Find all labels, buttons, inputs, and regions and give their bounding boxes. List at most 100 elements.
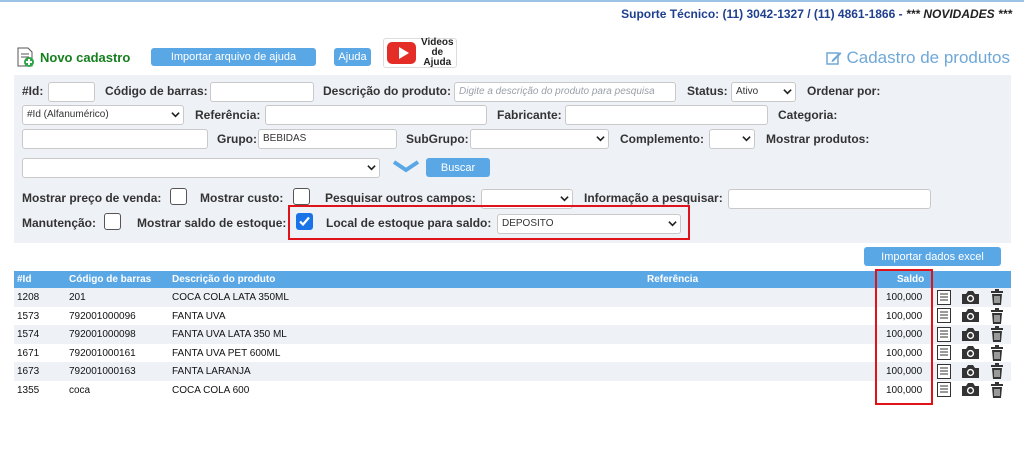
cell-id: 1355 bbox=[17, 384, 40, 396]
top-border bbox=[0, 0, 1024, 2]
description-input[interactable]: Digite a descrição do produto para pesqu… bbox=[454, 82, 676, 102]
cell-description: FANTA UVA PET 600ML bbox=[172, 347, 281, 359]
show-cost-label: Mostrar custo: bbox=[200, 191, 284, 205]
show-cost-checkbox[interactable] bbox=[293, 188, 310, 205]
col-reference-header[interactable]: Referência bbox=[647, 274, 698, 285]
row-actions bbox=[937, 363, 1004, 379]
camera-icon[interactable] bbox=[961, 382, 980, 397]
table-row[interactable]: 1671 792001000161 FANTA UVA PET 600ML 100,0… bbox=[14, 344, 1011, 363]
list-icon[interactable] bbox=[937, 308, 951, 323]
page-title-text: Cadastro de produtos bbox=[846, 48, 1011, 67]
list-icon[interactable] bbox=[937, 326, 951, 342]
search-other-label: Pesquisar outros campos: bbox=[325, 191, 476, 205]
page-header: Novo cadastro Importar arquivo de ajuda … bbox=[0, 38, 1024, 78]
table-row[interactable]: 1208 201 COCA COLA LATA 350ML 100,000 bbox=[14, 288, 1011, 307]
order-select[interactable]: #Id (Alfanumérico) bbox=[22, 105, 184, 125]
chevron-down-icon bbox=[560, 196, 569, 202]
col-description-header[interactable]: Descrição do produto bbox=[172, 274, 275, 285]
complement-select[interactable] bbox=[709, 129, 755, 149]
cell-id: 1208 bbox=[17, 292, 40, 303]
table-row[interactable]: 1355 coca COCA COLA 600 100,000 bbox=[14, 381, 1011, 400]
status-select[interactable]: Ativo bbox=[731, 82, 796, 102]
col-barcode-header[interactable]: Código de barras bbox=[69, 274, 151, 285]
camera-icon[interactable] bbox=[961, 345, 980, 360]
camera-icon[interactable] bbox=[961, 364, 980, 379]
table-row[interactable]: 1574 792001000098 FANTA UVA LATA 350 ML 100… bbox=[14, 325, 1011, 344]
manufacturer-input[interactable] bbox=[565, 105, 768, 125]
show-price-label: Mostrar preço de venda: bbox=[22, 191, 162, 205]
list-icon[interactable] bbox=[937, 363, 951, 379]
table-row[interactable]: 1573 792001000096 FANTA UVA 100,000 bbox=[14, 307, 1011, 326]
cell-description: COCA COLA 600 bbox=[172, 384, 250, 396]
trash-icon[interactable] bbox=[990, 307, 1004, 324]
support-info: Suporte Técnico: (11) 3042-1327 / (11) 4… bbox=[621, 7, 1012, 21]
barcode-input[interactable] bbox=[210, 82, 314, 102]
cell-description: FANTA UVA bbox=[172, 310, 226, 322]
row-actions bbox=[937, 289, 1004, 305]
manufacturer-label: Fabricante: bbox=[497, 108, 562, 122]
barcode-label: Código de barras: bbox=[105, 84, 208, 98]
cell-id: 1573 bbox=[17, 310, 40, 322]
col-id-header[interactable]: #Id bbox=[17, 274, 31, 285]
complement-label: Complemento: bbox=[620, 132, 704, 146]
edit-icon bbox=[825, 52, 841, 65]
order-value: #Id (Alfanumérico) bbox=[27, 109, 109, 120]
chevron-down-icon bbox=[596, 136, 605, 142]
trash-icon[interactable] bbox=[990, 344, 1004, 361]
stock-location-select[interactable]: DEPOSITO bbox=[497, 214, 681, 234]
row-actions bbox=[937, 326, 1004, 342]
page-title: Cadastro de produtos bbox=[825, 48, 1011, 68]
row-actions bbox=[937, 307, 1004, 324]
trash-icon[interactable] bbox=[990, 289, 1004, 305]
reference-input[interactable] bbox=[265, 105, 487, 125]
table-row[interactable]: 1673 792001000163 FANTA LARANJA 100,000 bbox=[14, 362, 1011, 381]
help-button[interactable]: Ajuda bbox=[334, 48, 371, 66]
trash-icon[interactable] bbox=[990, 326, 1004, 342]
new-product-label: Novo cadastro bbox=[40, 49, 131, 65]
info-search-input[interactable] bbox=[728, 189, 931, 209]
cell-id: 1671 bbox=[17, 347, 40, 359]
subgroup-label: SubGrupo: bbox=[406, 132, 469, 146]
search-button[interactable]: Buscar bbox=[426, 158, 490, 177]
camera-icon[interactable] bbox=[961, 327, 980, 342]
maintenance-checkbox[interactable] bbox=[104, 213, 121, 230]
show-stock-checkbox[interactable] bbox=[296, 213, 313, 230]
group-label: Grupo: bbox=[217, 132, 257, 146]
help-videos-button[interactable]: YouTube Videos de Ajuda bbox=[383, 38, 457, 68]
chevron-down-icon bbox=[171, 112, 180, 118]
import-help-button[interactable]: Importar arquivo de ajuda bbox=[151, 48, 316, 66]
id-input[interactable] bbox=[48, 82, 95, 102]
cell-description: COCA COLA LATA 350ML bbox=[172, 292, 289, 303]
cell-barcode: 792001000163 bbox=[69, 366, 136, 377]
show-price-checkbox[interactable] bbox=[170, 188, 187, 205]
youtube-label: YouTube bbox=[389, 57, 414, 63]
expand-filters-icon[interactable] bbox=[392, 159, 420, 177]
cell-id: 1673 bbox=[17, 366, 40, 377]
camera-icon[interactable] bbox=[961, 290, 980, 305]
filter-panel: #Id: Código de barras: Descrição do prod… bbox=[14, 75, 1011, 243]
reference-label: Referência: bbox=[195, 108, 261, 122]
list-icon[interactable] bbox=[937, 289, 951, 305]
order-label: Ordenar por: bbox=[807, 84, 881, 98]
subgroup-select[interactable] bbox=[470, 129, 609, 149]
group-input[interactable]: BEBIDAS bbox=[258, 129, 397, 149]
new-product-button[interactable]: Novo cadastro bbox=[14, 46, 130, 68]
row-actions bbox=[937, 381, 1004, 398]
cell-id: 1574 bbox=[17, 329, 40, 340]
new-document-icon bbox=[17, 47, 34, 67]
show-products-select[interactable] bbox=[22, 158, 380, 178]
news-link[interactable]: *** NOVIDADES *** bbox=[906, 7, 1012, 21]
import-excel-button[interactable]: Importar dados excel bbox=[864, 247, 1001, 266]
camera-icon[interactable] bbox=[961, 308, 980, 323]
description-label: Descrição do produto: bbox=[323, 84, 452, 98]
category-input[interactable] bbox=[22, 129, 208, 149]
trash-icon[interactable] bbox=[990, 363, 1004, 379]
list-icon[interactable] bbox=[937, 382, 951, 397]
status-label: Status: bbox=[687, 84, 728, 98]
chevron-down-icon bbox=[668, 221, 677, 227]
list-icon[interactable] bbox=[937, 345, 951, 360]
table-header: #Id Código de barras Descrição do produt… bbox=[14, 271, 1011, 288]
show-stock-label: Mostrar saldo de estoque: bbox=[137, 216, 287, 230]
trash-icon[interactable] bbox=[990, 381, 1004, 398]
stock-location-value: DEPOSITO bbox=[502, 218, 554, 229]
